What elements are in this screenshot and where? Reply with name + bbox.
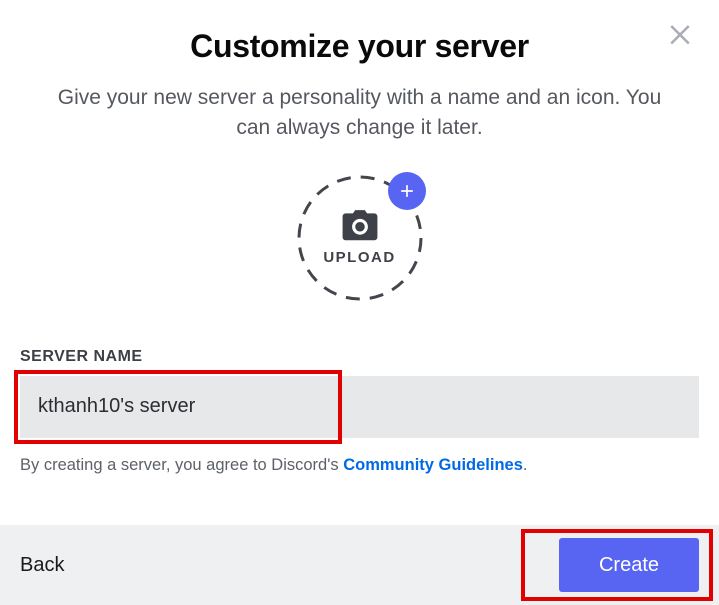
modal-title: Customize your server: [20, 28, 699, 65]
server-name-label: SERVER NAME: [20, 348, 699, 366]
back-button[interactable]: Back: [20, 554, 64, 577]
create-button[interactable]: Create: [559, 538, 699, 592]
camera-icon: [341, 209, 379, 243]
create-server-modal: Customize your server Give your new serv…: [0, 0, 719, 605]
close-icon: [665, 18, 695, 48]
server-icon-upload[interactable]: UPLOAD: [296, 174, 424, 302]
close-button[interactable]: [665, 18, 695, 48]
guidelines-text: By creating a server, you agree to Disco…: [20, 456, 699, 475]
modal-content: Customize your server Give your new serv…: [0, 0, 719, 525]
plus-icon: [397, 181, 417, 201]
server-name-input-wrap: [20, 376, 699, 438]
upload-label: UPLOAD: [323, 249, 395, 266]
guidelines-suffix: .: [523, 456, 528, 474]
modal-subtitle: Give your new server a personality with …: [40, 83, 680, 144]
server-name-input[interactable]: [20, 376, 699, 438]
guidelines-prefix: By creating a server, you agree to Disco…: [20, 456, 343, 474]
modal-footer: Back Create: [0, 525, 719, 605]
community-guidelines-link[interactable]: Community Guidelines: [343, 456, 523, 474]
upload-plus-badge: [388, 172, 426, 210]
